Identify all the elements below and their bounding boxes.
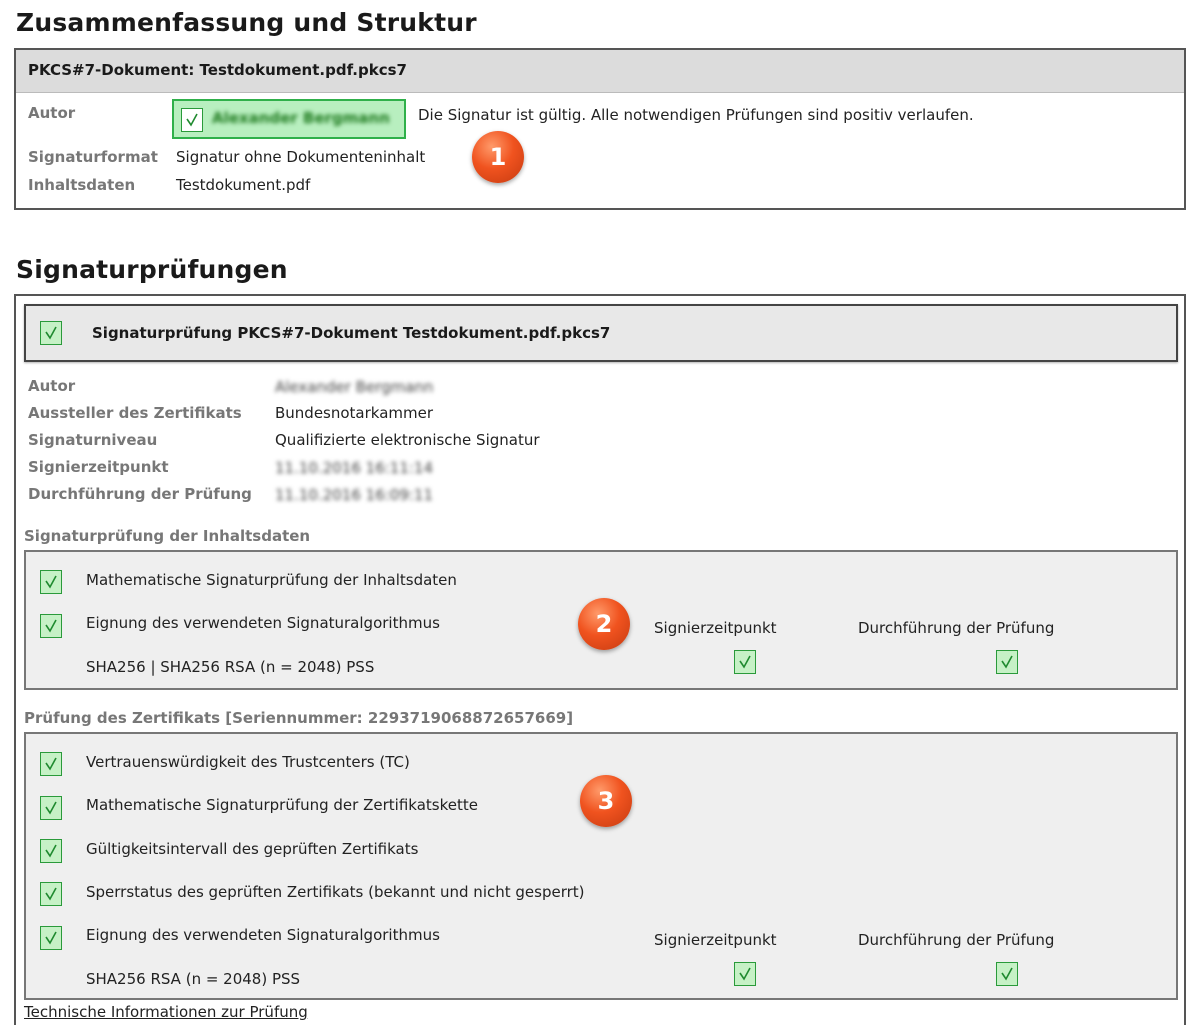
- cert-check-5-icon: [40, 926, 62, 950]
- cert-section-title: Prüfung des Zertifikats [Seriennummer: 2…: [24, 709, 574, 727]
- content-signing-time-check-icon: [734, 650, 756, 674]
- check-panel-header: Signaturprüfung PKCS#7-Dokument Testdoku…: [24, 304, 1178, 362]
- details-issuer-value: Bundesnotarkammer: [275, 404, 434, 422]
- content-check-2-label: Eignung des verwendeten Signaturalgorith…: [86, 614, 440, 632]
- author-signature-box[interactable]: Alexander Bergmann: [172, 99, 406, 139]
- author-check-icon: [181, 108, 203, 132]
- cert-check-3-label: Gültigkeitsintervall des geprüften Zerti…: [86, 840, 419, 858]
- author-name-blurred: Alexander Bergmann: [212, 109, 390, 127]
- details-level-value: Qualifizierte elektronische Signatur: [275, 431, 540, 449]
- details-author-label: Autor: [28, 377, 76, 395]
- summary-format-value: Signatur ohne Dokumenteninhalt: [176, 148, 426, 166]
- details-author-value: Alexander Bergmann: [275, 378, 434, 396]
- cert-algorithm: SHA256 RSA (n = 2048) PSS: [86, 970, 301, 988]
- cert-check-3-icon: [40, 839, 62, 863]
- summary-heading: Zusammenfassung und Struktur: [16, 8, 477, 37]
- details-signing-time-value: 11.10.2016 16:11:14: [275, 459, 434, 477]
- checks-heading: Signaturprüfungen: [16, 255, 288, 284]
- cert-check-4-icon: [40, 882, 62, 906]
- summary-format-label: Signaturformat: [28, 148, 158, 166]
- technical-info-link[interactable]: Technische Informationen zur Prüfung: [24, 1003, 308, 1021]
- panel-title: Signaturprüfung PKCS#7-Dokument Testdoku…: [92, 324, 611, 342]
- details-issuer-label: Aussteller des Zertifikats: [28, 404, 242, 422]
- details-signing-time-label: Signierzeitpunkt: [28, 458, 169, 476]
- annotation-badge-3: 3: [580, 775, 632, 827]
- cert-check-1-label: Vertrauenswürdigkeit des Trustcenters (T…: [86, 753, 410, 771]
- content-algorithm: SHA256 | SHA256 RSA (n = 2048) PSS: [86, 658, 375, 676]
- annotation-badge-2: 2: [578, 598, 630, 650]
- content-col-check-time: Durchführung der Prüfung: [858, 619, 1055, 637]
- annotation-badge-1: 1: [472, 131, 524, 183]
- details-check-time-value: 11.10.2016 16:09:11: [275, 486, 434, 504]
- cert-check-5-label: Eignung des verwendeten Signaturalgorith…: [86, 926, 440, 944]
- panel-check-icon: [40, 321, 62, 345]
- cert-signing-time-check-icon: [734, 962, 756, 986]
- cert-checks-panel: Vertrauenswürdigkeit des Trustcenters (T…: [24, 732, 1178, 1000]
- summary-content-label: Inhaltsdaten: [28, 176, 136, 194]
- summary-doc-title: PKCS#7-Dokument: Testdokument.pdf.pkcs7: [28, 61, 407, 79]
- content-col-signing-time: Signierzeitpunkt: [654, 619, 777, 637]
- details-level-label: Signaturniveau: [28, 431, 158, 449]
- details-check-time-label: Durchführung der Prüfung: [28, 485, 252, 503]
- cert-check-time-check-icon: [996, 962, 1018, 986]
- cert-check-2-label: Mathematische Signaturprüfung der Zertif…: [86, 796, 478, 814]
- summary-author-label: Autor: [28, 104, 76, 122]
- content-check-time-check-icon: [996, 650, 1018, 674]
- content-check-2-icon: [40, 614, 62, 638]
- content-section-title: Signaturprüfung der Inhaltsdaten: [24, 527, 311, 545]
- cert-check-1-icon: [40, 752, 62, 776]
- cert-col-signing-time: Signierzeitpunkt: [654, 931, 777, 949]
- content-check-1-icon: [40, 570, 62, 594]
- content-check-1-label: Mathematische Signaturprüfung der Inhalt…: [86, 571, 457, 589]
- signature-status-text: Die Signatur ist gültig. Alle notwendige…: [418, 106, 974, 124]
- cert-check-2-icon: [40, 796, 62, 820]
- summary-content-value: Testdokument.pdf: [176, 176, 311, 194]
- cert-col-check-time: Durchführung der Prüfung: [858, 931, 1055, 949]
- cert-check-4-label: Sperrstatus des geprüften Zertifikats (b…: [86, 883, 585, 901]
- summary-doc-title-bar: PKCS#7-Dokument: Testdokument.pdf.pkcs7: [16, 50, 1184, 93]
